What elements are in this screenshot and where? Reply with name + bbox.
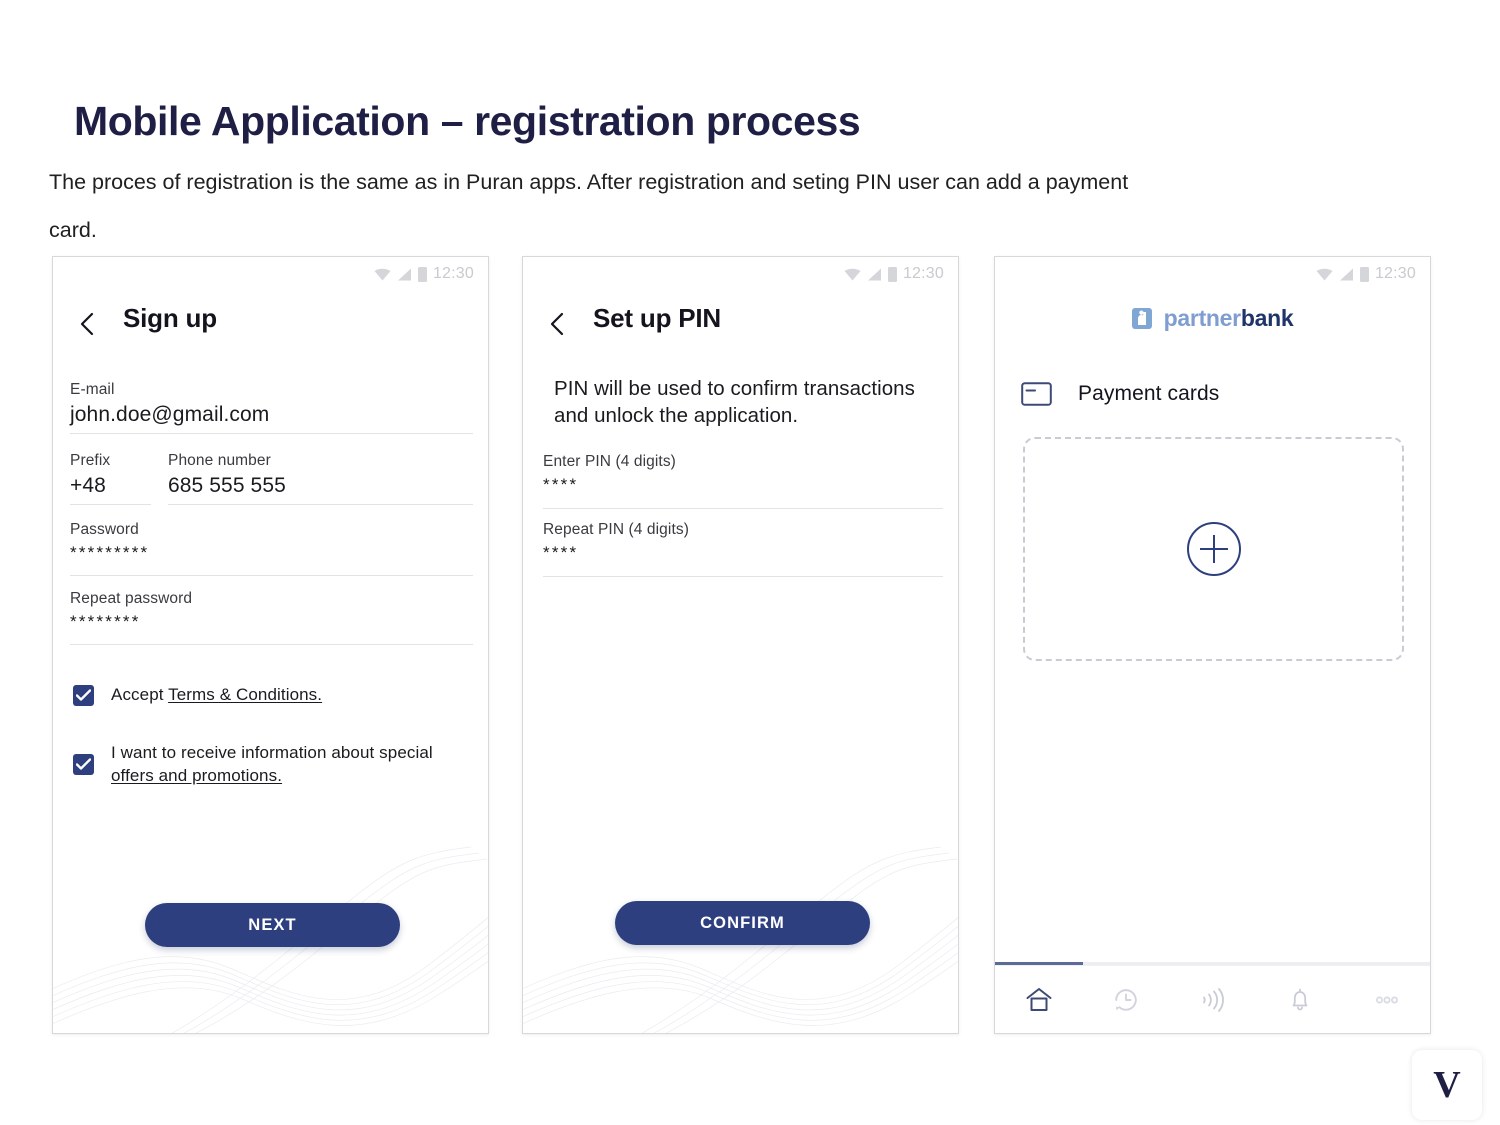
phone-screen-sign-up: 12:30 Sign up E-mail john.doe@gmail.com … bbox=[52, 256, 489, 1034]
chevron-left-icon[interactable] bbox=[543, 309, 573, 339]
field-rule-email bbox=[70, 433, 473, 434]
checkbox-marketing-text: I want to receive information about spec… bbox=[111, 743, 433, 762]
field-label-repeat-password: Repeat password bbox=[70, 590, 193, 607]
page-subtitle-line1: The proces of registration is the same a… bbox=[49, 170, 1129, 194]
home-icon bbox=[1026, 987, 1051, 1011]
status-time: 12:30 bbox=[432, 265, 474, 282]
field-label-phone-number: Phone number bbox=[168, 452, 271, 469]
status-time: 12:30 bbox=[1374, 265, 1416, 282]
watermark-logo: V bbox=[1412, 1050, 1482, 1120]
field-value-email: john.doe@gmail.com bbox=[70, 403, 270, 426]
status-time: 12:30 bbox=[902, 265, 944, 282]
field-value-repeat-password: ******** bbox=[70, 612, 141, 631]
add-card-dropzone[interactable] bbox=[1023, 437, 1404, 661]
partnerbank-mark-icon bbox=[1131, 308, 1152, 329]
field-phone-number[interactable]: Phone number 685 555 555 bbox=[168, 452, 473, 505]
field-label-repeat-pin: Repeat PIN (4 digits) bbox=[543, 521, 689, 538]
screen-title: Sign up bbox=[123, 303, 217, 333]
field-rule-repeat-password bbox=[70, 644, 473, 645]
checkbox-label-terms: Accept Terms & Conditions. bbox=[111, 683, 322, 706]
field-value-enter-pin: **** bbox=[543, 475, 579, 494]
status-bar: 12:30 bbox=[844, 265, 944, 283]
field-password[interactable]: Password ********* bbox=[70, 521, 473, 576]
brand-name: partnerbank bbox=[1164, 305, 1294, 332]
field-rule-password bbox=[70, 575, 473, 576]
status-bar: 12:30 bbox=[1316, 265, 1416, 283]
field-value-password: ********* bbox=[70, 543, 150, 562]
status-bar: 12:30 bbox=[374, 265, 474, 283]
pin-description: PIN will be used to confirm transactions… bbox=[554, 377, 915, 427]
field-rule-enter-pin bbox=[543, 508, 943, 509]
battery-icon bbox=[887, 266, 897, 282]
nav-item-contactless[interactable] bbox=[1185, 980, 1241, 1020]
signal-icon bbox=[397, 268, 411, 280]
phone-screen-payment-cards: 12:30 partnerbank Payment cards bbox=[994, 256, 1431, 1034]
checkbox-row-terms[interactable]: Accept Terms & Conditions. bbox=[73, 683, 458, 706]
checkbox-terms[interactable] bbox=[73, 685, 94, 706]
section-payment-cards[interactable]: Payment cards bbox=[1021, 382, 1219, 406]
app-bar-sign-up: Sign up bbox=[53, 303, 488, 355]
field-value-prefix: +48 bbox=[70, 474, 106, 497]
page-subtitle: The proces of registration is the same a… bbox=[49, 158, 1434, 254]
offers-link[interactable]: offers and promotions. bbox=[111, 766, 282, 785]
signal-icon bbox=[1339, 268, 1353, 280]
brand-logo: partnerbank bbox=[995, 305, 1430, 332]
bell-icon bbox=[1292, 988, 1307, 1010]
battery-icon bbox=[417, 266, 427, 282]
field-repeat-pin[interactable]: Repeat PIN (4 digits) **** bbox=[543, 521, 943, 577]
field-label-password: Password bbox=[70, 521, 139, 538]
field-email[interactable]: E-mail john.doe@gmail.com bbox=[70, 381, 473, 434]
credit-card-icon bbox=[1021, 382, 1052, 406]
field-rule-repeat-pin bbox=[543, 576, 943, 577]
field-label-enter-pin: Enter PIN (4 digits) bbox=[543, 453, 676, 470]
more-dots-icon bbox=[1375, 996, 1398, 1003]
checkbox-label-marketing: I want to receive information about spec… bbox=[111, 741, 458, 787]
field-label-email: E-mail bbox=[70, 381, 115, 398]
confirm-button[interactable]: CONFIRM bbox=[615, 901, 870, 945]
slide-root: Mobile Application – registration proces… bbox=[0, 0, 1500, 1125]
checkbox-marketing[interactable] bbox=[73, 754, 94, 775]
field-value-repeat-pin: **** bbox=[543, 543, 579, 562]
field-enter-pin[interactable]: Enter PIN (4 digits) **** bbox=[543, 453, 943, 509]
section-label-payment-cards: Payment cards bbox=[1078, 382, 1220, 405]
nav-item-more[interactable] bbox=[1359, 980, 1415, 1020]
field-value-phone-number: 685 555 555 bbox=[168, 474, 286, 497]
app-bar-set-up-pin: Set up PIN bbox=[523, 303, 958, 355]
bottom-nav-bar bbox=[995, 965, 1430, 1033]
nav-item-home[interactable] bbox=[1011, 980, 1067, 1020]
chevron-left-icon[interactable] bbox=[73, 309, 103, 339]
wifi-icon bbox=[374, 268, 391, 280]
check-icon bbox=[76, 689, 91, 701]
next-button[interactable]: NEXT bbox=[145, 903, 400, 947]
phone-screen-set-up-pin: 12:30 Set up PIN PIN will be used to con… bbox=[522, 256, 959, 1034]
checkbox-row-marketing[interactable]: I want to receive information about spec… bbox=[73, 741, 458, 787]
screen-title: Set up PIN bbox=[593, 303, 722, 333]
page-title: Mobile Application – registration proces… bbox=[74, 98, 861, 144]
history-clock-icon bbox=[1114, 988, 1137, 1011]
field-label-prefix: Prefix bbox=[70, 452, 111, 469]
wifi-icon bbox=[844, 268, 861, 280]
signal-icon bbox=[867, 268, 881, 280]
battery-icon bbox=[1359, 266, 1369, 282]
check-icon bbox=[76, 758, 91, 770]
field-repeat-password[interactable]: Repeat password ******** bbox=[70, 590, 473, 645]
field-rule-prefix bbox=[70, 504, 151, 505]
plus-circle-icon[interactable] bbox=[1186, 522, 1241, 576]
field-rule-phone-number bbox=[168, 504, 473, 505]
page-subtitle-line2: card. bbox=[49, 218, 97, 242]
nav-item-history[interactable] bbox=[1098, 980, 1154, 1020]
brand-name-part2: bank bbox=[1240, 305, 1294, 331]
nav-item-notifications[interactable] bbox=[1272, 980, 1328, 1020]
wifi-icon bbox=[1316, 268, 1333, 280]
checkbox-terms-text: Accept bbox=[111, 685, 169, 704]
brand-name-part1: partner bbox=[1163, 305, 1241, 331]
terms-link[interactable]: Terms & Conditions. bbox=[168, 685, 322, 704]
contactless-icon bbox=[1202, 987, 1224, 1012]
field-prefix[interactable]: Prefix +48 bbox=[70, 452, 151, 505]
